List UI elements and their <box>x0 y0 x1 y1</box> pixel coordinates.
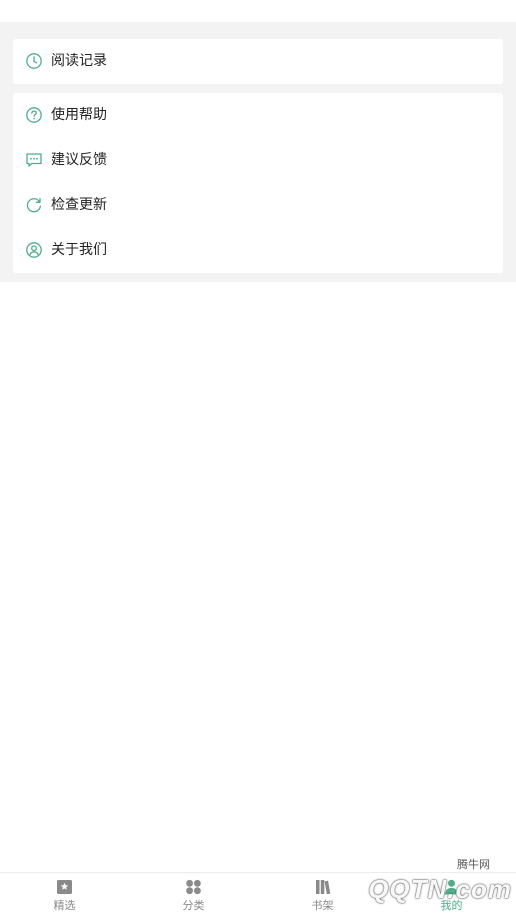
tab-label: 我的 <box>440 899 463 912</box>
settings-menu-card: 使用帮助 建议反馈 检查更新 关于我们 <box>13 93 503 273</box>
user-circle-icon <box>25 241 43 259</box>
person-icon <box>443 879 460 895</box>
tab-label: 精选 <box>53 899 76 912</box>
history-card: 阅读记录 <box>13 39 503 84</box>
chat-bubble-icon <box>25 151 43 169</box>
menu-item-label: 建议反馈 <box>51 152 107 168</box>
tab-featured[interactable]: 精选 <box>0 873 129 916</box>
watermark-cn-text: 腾牛网 <box>457 859 490 871</box>
tab-mine[interactable]: 我的 <box>387 873 516 916</box>
grid-dots-icon <box>185 879 202 895</box>
menu-item-feedback[interactable]: 建议反馈 <box>13 138 503 183</box>
menu-item-label: 关于我们 <box>51 242 107 258</box>
status-bar-area <box>0 0 516 22</box>
tab-label: 分类 <box>182 899 205 912</box>
bottom-tab-bar: 精选 分类 书架 我的 <box>0 872 516 916</box>
menu-item-label: 使用帮助 <box>51 107 107 123</box>
menu-item-help[interactable]: 使用帮助 <box>13 93 503 138</box>
book-star-icon <box>56 879 73 895</box>
menu-item-label: 检查更新 <box>51 197 107 213</box>
question-circle-icon <box>25 106 43 124</box>
tab-category[interactable]: 分类 <box>129 873 258 916</box>
menu-item-check-update[interactable]: 检查更新 <box>13 183 503 228</box>
tab-bookshelf[interactable]: 书架 <box>258 873 387 916</box>
menu-item-reading-history[interactable]: 阅读记录 <box>13 39 503 84</box>
clock-icon <box>25 52 43 70</box>
bookshelf-icon <box>314 879 331 895</box>
menu-item-label: 阅读记录 <box>51 53 107 69</box>
tab-label: 书架 <box>311 899 334 912</box>
refresh-icon <box>25 196 43 214</box>
menu-item-about-us[interactable]: 关于我们 <box>13 228 503 273</box>
